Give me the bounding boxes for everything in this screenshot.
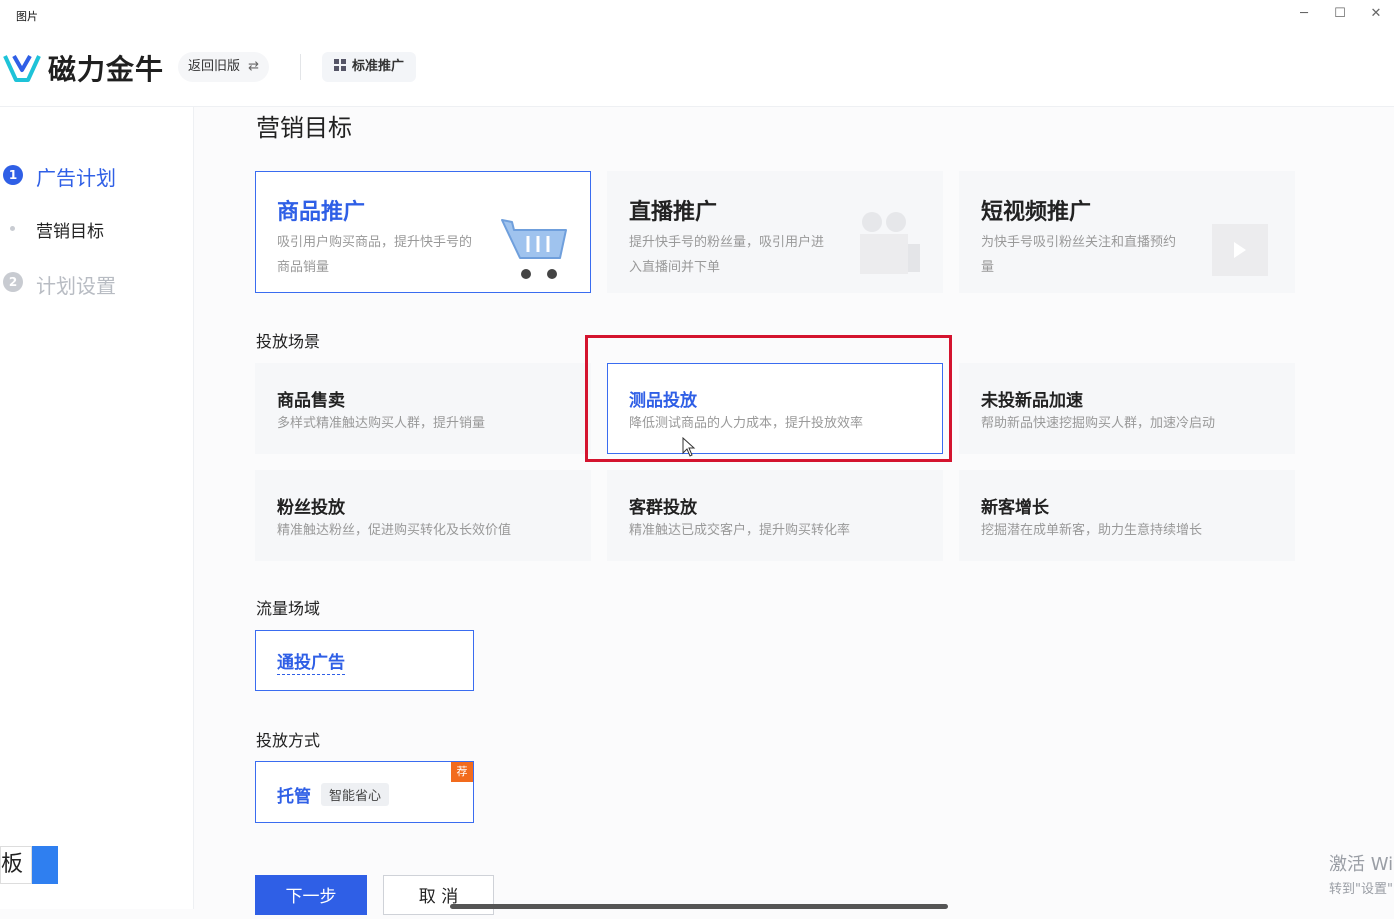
next-step-button[interactable]: 下一步 (255, 875, 367, 915)
section-delivery-method: 投放方式 (256, 731, 321, 750)
window-title: 图片 (16, 10, 38, 23)
live-camera-icon (860, 212, 920, 274)
goal-card-short-video-promotion[interactable]: 短视频推广 为快手号吸引粉丝关注和直播预约量 (959, 171, 1295, 293)
section-delivery-scene: 投放场景 (256, 332, 321, 351)
goal-title: 商品推广 (277, 200, 366, 225)
smart-tag: 智能省心 (321, 783, 390, 806)
goal-title: 直播推广 (629, 200, 718, 225)
window-titlebar (0, 0, 1394, 30)
scene-desc: 帮助新品快速挖掘购买人群，加速冷启动 (981, 416, 1216, 431)
recommend-badge: 荐 (451, 762, 473, 782)
sidebar-item-marketing-goal[interactable]: 营销目标 (36, 217, 104, 242)
goal-card-live-promotion[interactable]: 直播推广 提升快手号的粉丝量，吸引用户进入直播间并下单 (607, 171, 943, 293)
logo-text: 磁力金牛 (48, 53, 165, 86)
switch-icon: ⇄ (248, 59, 260, 74)
sidebar-item-ad-plan[interactable]: 广告计划 (36, 162, 116, 191)
goal-desc: 提升快手号的粉丝量，吸引用户进入直播间并下单 (629, 235, 825, 275)
step-1-badge: 1 (3, 165, 23, 185)
scene-title: 粉丝投放 (277, 498, 345, 518)
edge-blue-tab[interactable] (32, 846, 58, 884)
traffic-title: 通投广告 (277, 653, 345, 675)
logo-icon (3, 55, 41, 82)
scene-title: 未投新品加速 (981, 391, 1083, 411)
edge-label: 板 (0, 846, 32, 884)
mouse-cursor-icon (682, 437, 696, 457)
header-divider (300, 54, 301, 80)
video-play-icon (1212, 224, 1268, 276)
highlight-box (585, 335, 952, 462)
section-traffic-domain: 流量场域 (256, 599, 321, 618)
goal-desc: 吸引用户购买商品，提升快手号的商品销量 (277, 235, 473, 275)
method-title-text: 托管 (277, 787, 311, 807)
activation-watermark: 激活 Wi 转到"设置" (1329, 850, 1393, 897)
shopping-cart-icon (501, 219, 567, 279)
goal-desc: 为快手号吸引粉丝关注和直播预约量 (981, 235, 1177, 275)
minimize-icon[interactable]: ─ (1290, 4, 1318, 24)
horizontal-scrollbar[interactable] (450, 904, 948, 909)
watermark-line-2: 转到"设置" (1329, 882, 1393, 897)
scene-title: 客群投放 (629, 498, 697, 518)
scene-card-customer-group[interactable]: 客群投放 精准触达已成交客户，提升购买转化率 (607, 470, 943, 561)
sidebar-dot (10, 226, 15, 231)
old-version-label: 返回旧版 (188, 59, 241, 74)
scene-desc: 挖掘潜在成单新客，助力生意持续增长 (981, 523, 1203, 538)
scene-desc: 多样式精准触达购买人群，提升销量 (277, 416, 486, 431)
method-title: 托管 智能省心 (277, 782, 390, 807)
goal-title: 短视频推广 (981, 200, 1092, 225)
traffic-card-general[interactable]: 通投广告 (255, 630, 474, 691)
grid-icon (334, 59, 346, 71)
sidebar-item-plan-settings[interactable]: 计划设置 (36, 270, 116, 299)
scene-desc: 精准触达粉丝，促进购买转化及长效价值 (277, 523, 512, 538)
watermark-line-1: 激活 Wi (1329, 854, 1394, 875)
mode-label: 标准推广 (352, 59, 405, 74)
scene-card-new-product-boost[interactable]: 未投新品加速 帮助新品快速挖掘购买人群，加速冷启动 (959, 363, 1295, 454)
step-2-badge: 2 (3, 272, 23, 292)
close-icon[interactable]: ✕ (1362, 4, 1390, 24)
scene-title: 新客增长 (981, 498, 1049, 518)
scene-card-product-sales[interactable]: 商品售卖 多样式精准触达购买人群，提升销量 (255, 363, 591, 454)
scene-desc: 精准触达已成交客户，提升购买转化率 (629, 523, 851, 538)
page-title: 营销目标 (256, 114, 352, 142)
standard-promotion-tab[interactable]: 标准推广 (322, 52, 417, 82)
scene-card-new-customer-growth[interactable]: 新客增长 挖掘潜在成单新客，助力生意持续增长 (959, 470, 1295, 561)
method-card-managed[interactable]: 托管 智能省心 荐 (255, 761, 474, 823)
scene-title: 商品售卖 (277, 391, 345, 411)
goal-card-product-promotion[interactable]: 商品推广 吸引用户购买商品，提升快手号的商品销量 (255, 171, 591, 293)
cancel-button[interactable]: 取 消 (383, 875, 494, 915)
maximize-icon[interactable]: ☐ (1326, 4, 1354, 24)
back-to-old-version-button[interactable]: 返回旧版 ⇄ (178, 52, 270, 82)
scene-card-fan-delivery[interactable]: 粉丝投放 精准触达粉丝，促进购买转化及长效价值 (255, 470, 591, 561)
